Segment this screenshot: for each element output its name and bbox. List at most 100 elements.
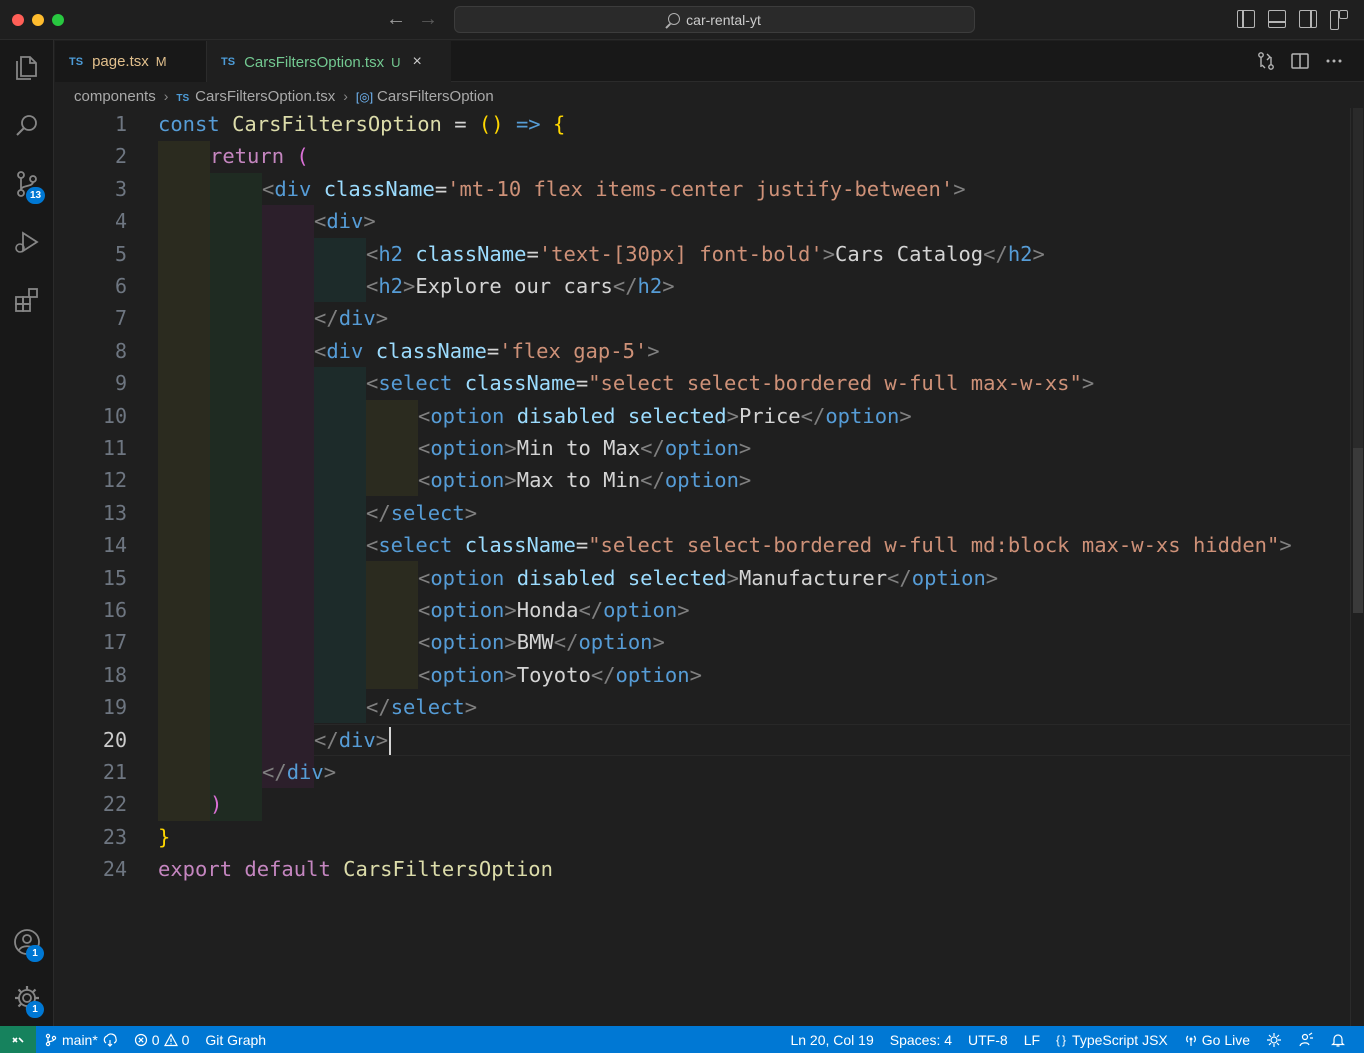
split-editor-icon[interactable] [1290, 51, 1310, 71]
code-line[interactable]: } [158, 821, 170, 853]
run-debug-button[interactable] [0, 218, 54, 266]
code-line[interactable]: <option disabled selected>Price</option> [418, 400, 912, 432]
branch-indicator[interactable]: main* [36, 1032, 126, 1048]
line-number: 11 [102, 436, 127, 460]
code-line[interactable]: const CarsFiltersOption = () => { [158, 108, 565, 140]
code-line[interactable]: export default CarsFiltersOption [158, 853, 553, 885]
feedback-icon [1299, 1032, 1313, 1046]
code-line[interactable]: </div> [314, 724, 392, 756]
code-token: select [390, 500, 465, 525]
code-line[interactable]: ) [210, 788, 222, 820]
code-line[interactable]: <h2 className='text-[30px] font-bold'>Ca… [366, 238, 1045, 270]
code-token: ) [210, 792, 223, 817]
more-actions-icon[interactable] [1324, 51, 1344, 71]
code-line[interactable]: <option disabled selected>Manufacturer</… [418, 562, 998, 594]
branch-name: main* [62, 1031, 98, 1048]
notifications-button[interactable] [1322, 1032, 1354, 1048]
forward-arrow-icon[interactable]: → [418, 8, 438, 30]
tab-carsfiltersoption-tsx[interactable]: TS CarsFiltersOption.tsx U × [207, 41, 451, 83]
chevron-right-icon: › [343, 88, 348, 104]
indentation-selector[interactable]: Spaces: 4 [882, 1032, 960, 1048]
manage-button[interactable]: 1 [0, 974, 54, 1022]
tab-page-tsx[interactable]: TS page.tsx M [55, 41, 207, 82]
cursor-position-label: Ln 20, Col 19 [790, 1031, 874, 1048]
search-icon [16, 115, 37, 136]
copilot-button[interactable] [1258, 1032, 1290, 1048]
breadcrumb-folder[interactable]: components [74, 88, 156, 105]
code-line[interactable]: <option>Honda</option> [418, 594, 690, 626]
code-token: return [210, 144, 285, 169]
git-graph-button[interactable]: Git Graph [197, 1032, 274, 1048]
code-line[interactable]: <option>Min to Max</option> [418, 432, 751, 464]
line-number: 21 [102, 760, 127, 784]
search-button[interactable] [0, 102, 54, 150]
explorer-button[interactable] [0, 44, 54, 92]
remote-indicator[interactable] [0, 1026, 36, 1053]
code-token: select [378, 533, 453, 558]
go-live-button[interactable]: Go Live [1176, 1032, 1258, 1048]
line-number: 19 [102, 695, 127, 720]
code-line[interactable]: </select> [366, 691, 477, 723]
line-number: 12 [102, 468, 127, 493]
breadcrumb-symbol-label: CarsFiltersOption [377, 87, 494, 105]
back-arrow-icon[interactable]: ← [386, 8, 406, 30]
indentation-label: Spaces: 4 [889, 1031, 953, 1048]
minimize-window-button[interactable] [32, 14, 44, 26]
code-token: </ [314, 727, 339, 752]
code-token: > [504, 598, 517, 622]
line-number: 15 [102, 565, 127, 590]
cursor-position[interactable]: Ln 20, Col 19 [782, 1032, 881, 1048]
indent-guide [210, 173, 262, 821]
code-token: disabled [516, 565, 616, 590]
customize-layout-icon[interactable] [1330, 10, 1348, 30]
eol-selector[interactable]: LF [1016, 1032, 1048, 1048]
open-changes-icon[interactable] [1256, 51, 1276, 71]
problems-indicator[interactable]: 0 0 [126, 1032, 198, 1048]
code-token: h2 [1007, 241, 1033, 266]
code-token: > [985, 565, 999, 590]
code-line[interactable]: <option>Max to Min</option> [418, 464, 751, 496]
code-line[interactable]: </select> [366, 497, 477, 529]
code-token: < [418, 565, 431, 590]
scrollbar-thumb[interactable] [1353, 448, 1363, 613]
accounts-button[interactable]: 1 [0, 918, 54, 966]
toggle-secondary-sidebar-icon[interactable] [1299, 10, 1317, 28]
maximize-window-button[interactable] [52, 14, 64, 26]
source-control-button[interactable]: 13 [0, 160, 54, 208]
sync-icon[interactable] [102, 1032, 118, 1047]
code-line[interactable]: </div> [262, 756, 336, 788]
code-line[interactable]: <div className='flex gap-5'> [314, 335, 660, 367]
run-debug-icon [15, 231, 39, 253]
language-mode-selector[interactable]: {} TypeScript JSX [1048, 1032, 1176, 1048]
code-token: </ [640, 468, 665, 493]
toggle-panel-icon[interactable] [1268, 10, 1286, 28]
code-token: > [504, 630, 517, 655]
code-token: </ [366, 500, 391, 525]
breadcrumb-symbol[interactable]: [◎] CarsFiltersOption [356, 88, 494, 105]
code-editor[interactable]: 1 2 3 4 5 6 7 8 9 10 11 12 13 14 15 16 17 18 19 20 21 22 23 24 … [55, 108, 1350, 1026]
code-line[interactable]: return ( [210, 140, 309, 172]
feedback-button[interactable] [1290, 1032, 1322, 1048]
code-token: option [430, 436, 505, 460]
code-token: default [244, 857, 331, 882]
code-line[interactable]: <h2>Explore our cars</h2> [366, 270, 675, 302]
code-line[interactable]: <select className="select select-bordere… [366, 529, 1292, 561]
code-line[interactable]: </div> [314, 302, 388, 334]
code-line[interactable]: <div className='mt-10 flex items-center … [262, 173, 966, 205]
code-line[interactable]: <option>BMW</option> [418, 626, 665, 658]
error-icon [134, 1033, 147, 1046]
close-window-button[interactable] [12, 14, 24, 26]
code-line[interactable]: <select className="select select-bordere… [366, 367, 1094, 399]
code-line[interactable]: <div> [314, 205, 376, 237]
toggle-primary-sidebar-icon[interactable] [1237, 10, 1255, 28]
code-token: > [662, 274, 675, 298]
close-tab-icon[interactable]: × [413, 53, 422, 71]
editor-scrollbar[interactable] [1350, 108, 1364, 1026]
code-line[interactable]: <option>Toyoto</option> [418, 659, 702, 691]
encoding-selector[interactable]: UTF-8 [960, 1032, 1016, 1048]
code-token: option [430, 565, 505, 590]
command-center-search[interactable]: car-rental-yt [454, 6, 975, 33]
breadcrumb-file[interactable]: TS CarsFiltersOption.tsx [176, 88, 335, 105]
indent-guide [262, 205, 314, 788]
extensions-button[interactable] [0, 276, 54, 324]
